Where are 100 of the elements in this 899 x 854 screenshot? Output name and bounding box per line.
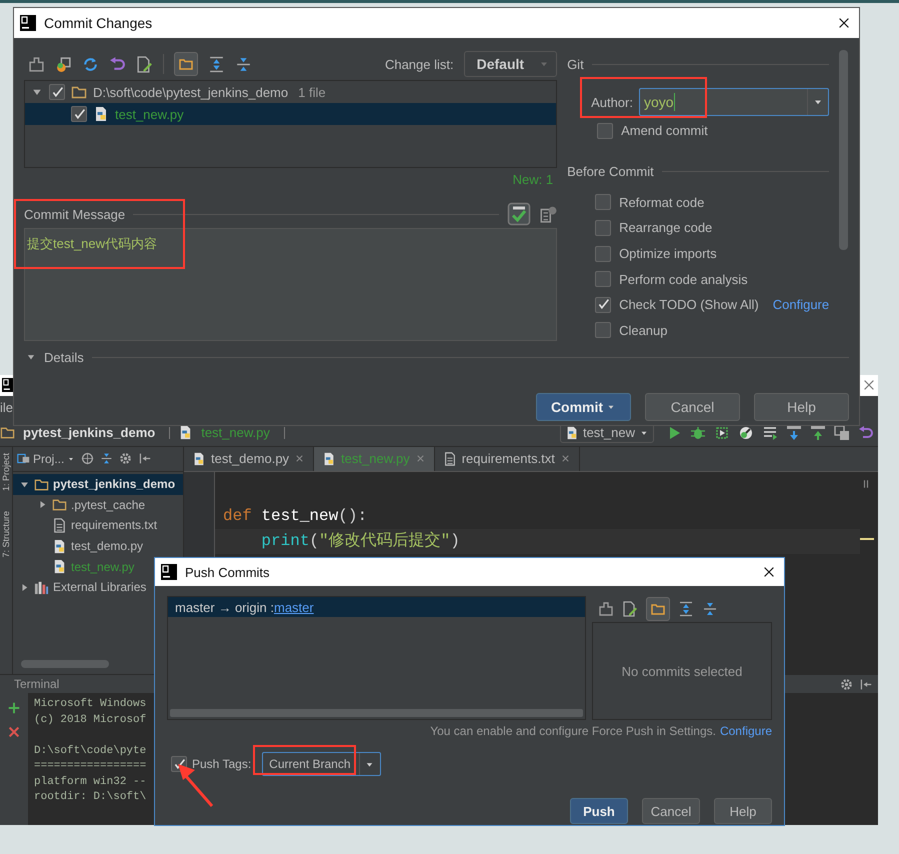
edit-icon[interactable] <box>622 601 638 617</box>
vcs-update-icon[interactable] <box>786 424 802 441</box>
change-row[interactable]: D:\soft\code\pytest_jenkins_demo 1 file <box>25 81 556 103</box>
empty-message: No commits selected <box>622 664 742 678</box>
scrollbar[interactable] <box>21 660 109 668</box>
expand-all-icon[interactable] <box>678 601 694 617</box>
app-logo-icon <box>161 564 177 580</box>
collapse-all-icon[interactable] <box>100 452 114 466</box>
vcs-commit-icon[interactable] <box>810 424 826 441</box>
expand-all-icon[interactable] <box>208 56 225 72</box>
scrollbar[interactable] <box>170 709 583 717</box>
author-field[interactable]: yoyo <box>638 88 830 116</box>
breadcrumb[interactable]: test_new.py <box>201 425 270 440</box>
folder-icon <box>71 84 87 100</box>
checkbox[interactable] <box>595 194 612 210</box>
build-icon[interactable] <box>762 424 778 441</box>
target-icon[interactable] <box>81 452 94 466</box>
plus-icon[interactable] <box>7 701 21 715</box>
python-file-icon <box>192 452 206 466</box>
check-mark-icon <box>596 298 610 312</box>
dialog-button[interactable]: Help <box>754 393 849 422</box>
checkbox[interactable] <box>49 84 65 100</box>
python-file-icon <box>93 106 109 122</box>
terminal-line: ================= <box>34 759 146 774</box>
coverage-icon[interactable] <box>714 424 730 441</box>
menu-item[interactable]: ile <box>0 400 14 416</box>
project-tree-item[interactable]: requirements.txt <box>13 515 183 536</box>
library-icon <box>34 580 49 595</box>
checkbox[interactable] <box>595 246 612 262</box>
branch-row[interactable]: master → origin :master <box>168 597 585 617</box>
window-title: Commit Changes <box>44 15 152 31</box>
edit-icon[interactable] <box>136 56 153 72</box>
tree-label: .pytest_cache <box>71 498 146 512</box>
project-tree-item[interactable]: test_demo.py <box>13 536 183 556</box>
window-title: Push Commits <box>185 564 270 580</box>
compare-icon[interactable] <box>834 424 850 441</box>
branch-link[interactable]: master <box>274 600 314 614</box>
diff-icon[interactable] <box>28 56 45 72</box>
editor-tab[interactable]: requirements.txt <box>434 446 580 471</box>
project-tree-item[interactable]: test_new.py <box>13 556 183 577</box>
checkbox-label: Check TODO (Show All) <box>619 297 759 312</box>
group-toggle[interactable] <box>174 52 198 76</box>
move-icon[interactable] <box>55 56 72 72</box>
scrollbar[interactable] <box>839 50 848 250</box>
change-list-dropdown[interactable]: Default <box>464 51 558 77</box>
commit-message-field[interactable]: 提交test_new代码内容 <box>24 228 558 341</box>
close-icon[interactable] <box>837 16 851 30</box>
checkbox[interactable] <box>595 296 612 313</box>
checkbox[interactable] <box>71 106 87 122</box>
configure-link[interactable]: Configure <box>772 297 830 312</box>
terminal-line: (c) 2018 Microsof <box>34 712 146 728</box>
tool-window-tab[interactable]: 7: Structure <box>0 510 12 558</box>
close-icon[interactable] <box>762 565 776 579</box>
details-label: Details <box>44 350 84 365</box>
dialog-button[interactable]: Push <box>570 798 628 824</box>
section-label: Before Commit <box>567 164 654 180</box>
checkbox[interactable] <box>597 122 614 139</box>
hide-icon[interactable] <box>859 678 872 690</box>
collapse-all-icon[interactable] <box>235 56 252 72</box>
project-tree-item[interactable]: pytest_jenkins_demo <box>13 474 183 495</box>
project-view-dropdown[interactable]: Proj... <box>17 452 76 466</box>
settings-icon[interactable] <box>840 678 853 690</box>
section-label: Commit Message <box>24 206 126 222</box>
history-icon[interactable] <box>539 205 558 223</box>
checkbox[interactable] <box>595 220 612 236</box>
terminal-line: Microsoft Windows <box>34 697 146 712</box>
change-list-label: Change list: <box>384 56 454 72</box>
tree-label: pytest_jenkins_demo <box>53 477 176 492</box>
revert-icon[interactable] <box>858 424 874 441</box>
breadcrumb[interactable]: pytest_jenkins_demo <box>23 425 156 440</box>
folder-icon <box>0 425 15 440</box>
hide-icon[interactable] <box>138 452 152 466</box>
checkbox[interactable] <box>595 322 612 338</box>
file-path: D:\soft\code\pytest_jenkins_demo <box>93 84 288 100</box>
python-file-icon <box>52 559 67 574</box>
dialog-button[interactable]: Cancel <box>645 393 740 422</box>
spellcheck-icon[interactable] <box>507 202 532 226</box>
push-tags-label: Push Tags: <box>192 757 252 771</box>
text-file-icon <box>442 452 457 466</box>
project-tree-item[interactable]: External Libraries <box>13 576 183 598</box>
terminal-line: rootdir: D:\soft\ <box>34 790 146 805</box>
checkbox[interactable] <box>595 271 612 288</box>
collapse-all-icon[interactable] <box>702 601 718 617</box>
settings-icon[interactable] <box>119 452 132 466</box>
undo-icon[interactable] <box>109 56 126 72</box>
change-row[interactable]: test_new.py <box>25 103 556 125</box>
section-label: Git <box>567 56 584 72</box>
checkbox-label: Rearrange code <box>619 220 712 236</box>
configure-link[interactable]: Configure <box>720 724 772 738</box>
check-mark-icon <box>172 758 186 770</box>
tool-window-tab[interactable]: 1: Project <box>0 452 12 491</box>
diff-icon[interactable] <box>598 601 614 617</box>
dialog-button[interactable]: Commit <box>536 393 631 422</box>
dialog-button[interactable]: Cancel <box>642 798 700 824</box>
refresh-icon[interactable] <box>82 56 99 72</box>
group-toggle[interactable] <box>646 597 670 621</box>
dialog-button[interactable]: Help <box>714 798 772 824</box>
push-tags-dropdown[interactable]: Current Branch <box>262 752 381 776</box>
profile-icon[interactable] <box>738 424 754 441</box>
project-tree-item[interactable]: .pytest_cache <box>13 494 183 516</box>
